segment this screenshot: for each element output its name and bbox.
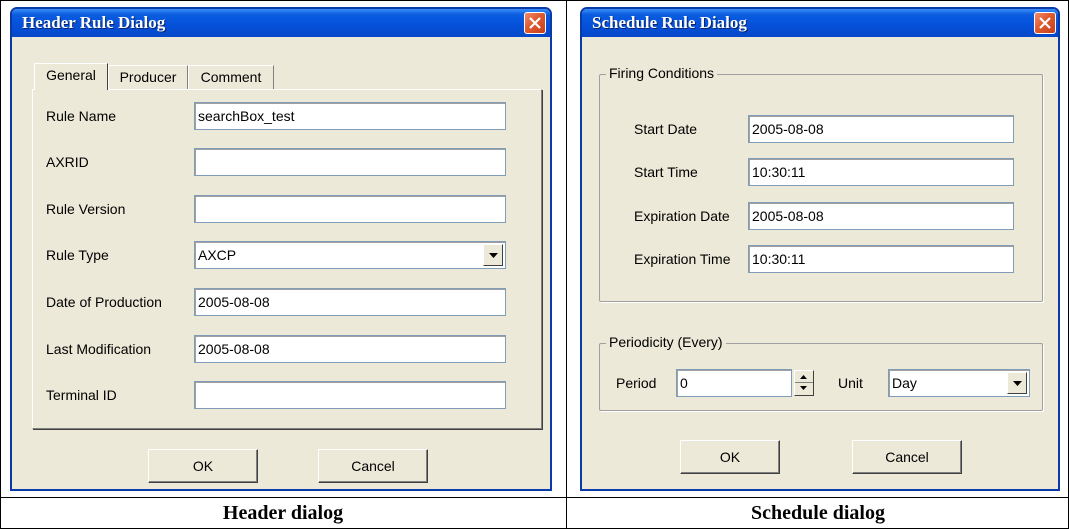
stepper-down[interactable] [795,383,813,395]
start-time-field[interactable]: 10:30:11 [748,158,1014,186]
caption-schedule-dialog: Schedule dialog [751,502,885,524]
unit-select[interactable]: Day [888,369,1030,397]
close-icon [1039,17,1051,29]
expiration-date-label: Expiration Date [634,208,730,224]
rule-name-field[interactable]: searchBox_test [194,102,506,130]
close-button[interactable] [524,12,546,34]
dialog-title: Schedule Rule Dialog [582,9,1058,37]
caret-down-icon [800,386,807,390]
date-of-production-label: Date of Production [46,294,162,310]
tab-general[interactable]: General [34,63,108,90]
last-modification-label: Last Modification [46,341,152,357]
dialog-title: Header Rule Dialog [12,9,550,37]
unit-label: Unit [838,375,863,391]
ok-button[interactable]: OK [148,449,258,483]
tab-comment[interactable]: Comment [188,65,274,89]
rule-type-select[interactable]: AXCP [194,241,506,269]
unit-dropdown-button[interactable] [1007,372,1027,394]
cancel-button[interactable]: Cancel [852,440,962,474]
rule-name-label: Rule Name [46,108,117,124]
terminal-id-field[interactable] [194,381,506,409]
header-rule-dialog: Header Rule Dialog General Producer Comm… [10,7,552,491]
start-date-label: Start Date [634,121,698,137]
expiration-time-field[interactable]: 10:30:11 [748,245,1014,273]
chevron-down-icon [1013,381,1022,386]
start-time-label: Start Time [634,164,698,180]
caret-up-icon [800,375,807,379]
rule-version-field[interactable] [194,195,506,223]
rule-type-value: AXCP [198,247,237,263]
axrid-field[interactable] [194,148,506,176]
close-icon [529,17,541,29]
stepper-up[interactable] [795,371,813,383]
date-of-production-field[interactable]: 2005-08-08 [194,288,506,316]
rule-type-dropdown-button[interactable] [483,244,503,266]
period-stepper[interactable] [794,370,814,396]
start-date-field[interactable]: 2005-08-08 [748,115,1014,143]
chevron-down-icon [489,253,498,258]
firing-conditions-title: Firing Conditions [606,65,718,81]
period-field[interactable]: 0 [676,369,792,397]
table-divider-vertical [566,0,567,529]
cancel-button[interactable]: Cancel [318,449,428,483]
periodicity-title: Periodicity (Every) [606,334,726,350]
unit-value: Day [892,375,917,391]
last-modification-field[interactable]: 2005-08-08 [194,335,506,363]
ok-button[interactable]: OK [680,440,780,474]
rule-type-label: Rule Type [46,247,109,263]
tab-label: Producer [119,69,177,85]
expiration-date-field[interactable]: 2005-08-08 [748,202,1014,230]
caption-header-dialog: Header dialog [222,502,344,524]
tab-label: Comment [200,69,262,85]
close-button[interactable] [1034,12,1056,34]
tab-producer[interactable]: Producer [108,65,188,89]
axrid-label: AXRID [46,154,89,170]
period-label: Period [616,375,657,391]
rule-version-label: Rule Version [46,201,126,217]
tab-label: General [46,67,96,83]
terminal-id-label: Terminal ID [46,387,117,403]
schedule-rule-dialog: Schedule Rule Dialog Firing Conditions S… [580,7,1060,491]
expiration-time-label: Expiration Time [634,251,731,267]
